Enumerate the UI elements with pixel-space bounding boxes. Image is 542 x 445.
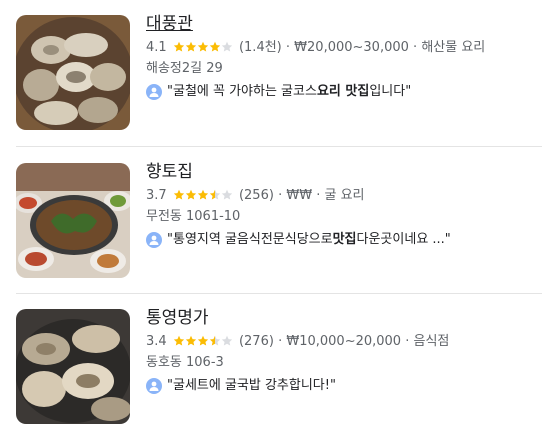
separator: · bbox=[278, 188, 283, 203]
restaurant-photo[interactable] bbox=[16, 15, 130, 130]
star-icon bbox=[209, 335, 220, 346]
star-icon bbox=[221, 41, 232, 52]
separator: · bbox=[285, 40, 291, 55]
star-icon bbox=[209, 41, 220, 52]
star-icon bbox=[173, 189, 184, 200]
review-text-end: 입니다" bbox=[369, 84, 412, 99]
divider bbox=[16, 146, 542, 147]
restaurant-name[interactable]: 향토집 bbox=[146, 161, 193, 183]
review-count[interactable]: (256) bbox=[239, 188, 274, 203]
review-count[interactable]: (276) bbox=[239, 334, 274, 349]
list-item[interactable]: 향토집 3.7 (256) · ₩₩ · 굴 요리 무전동 1061-10 "통… bbox=[0, 161, 542, 281]
review-text-highlight: 요리 맛집 bbox=[316, 84, 370, 99]
star-icon bbox=[173, 335, 184, 346]
list-item[interactable]: 통영명가 3.4 (276) · ₩10,000~20,000 · 음식점 동호… bbox=[0, 307, 542, 427]
restaurant-info: 향토집 3.7 (256) · ₩₩ · 굴 요리 무전동 1061-10 "통… bbox=[146, 161, 534, 249]
restaurant-list: 대풍관 4.1 (1.4천) · ₩20,000~30,000 · 해산물 요리… bbox=[0, 0, 542, 445]
divider bbox=[16, 293, 542, 294]
star-icon bbox=[197, 41, 208, 52]
price-range: ₩10,000~20,000 bbox=[286, 334, 402, 349]
restaurant-info: 대풍관 4.1 (1.4천) · ₩20,000~30,000 · 해산물 요리… bbox=[146, 13, 534, 101]
price-range: ₩₩ bbox=[286, 188, 313, 203]
rating-value: 3.4 bbox=[146, 334, 167, 349]
review-text-start: "굴철에 꼭 가야하는 굴코스 bbox=[167, 84, 317, 99]
review-text-start: "굴세트에 굴국밥 강추합니다!" bbox=[167, 378, 336, 393]
star-icon bbox=[197, 189, 208, 200]
star-rating bbox=[173, 189, 233, 201]
price-range: ₩20,000~30,000 bbox=[294, 40, 409, 55]
rating-row: 3.4 (276) · ₩10,000~20,000 · 음식점 bbox=[146, 333, 534, 351]
separator: · bbox=[405, 334, 410, 349]
restaurant-name[interactable]: 통영명가 bbox=[146, 307, 209, 329]
separator: · bbox=[413, 40, 418, 55]
list-item[interactable]: 대풍관 4.1 (1.4천) · ₩20,000~30,000 · 해산물 요리… bbox=[0, 13, 542, 133]
star-icon bbox=[197, 335, 208, 346]
user-avatar-icon bbox=[146, 84, 162, 100]
address: 무전동 1061-10 bbox=[146, 209, 241, 224]
star-icon bbox=[221, 189, 232, 200]
restaurant-photo[interactable] bbox=[16, 163, 130, 278]
review-text-start: "통영지역 굴음식전문식당으로 bbox=[167, 232, 333, 247]
star-icon bbox=[185, 189, 196, 200]
address: 해송정2길 29 bbox=[146, 61, 223, 76]
star-rating bbox=[173, 335, 233, 347]
star-rating bbox=[173, 41, 233, 53]
review-snippet: "굴철에 꼭 가야하는 굴코스 요리 맛집 입니다" bbox=[146, 83, 534, 101]
review-snippet: "통영지역 굴음식전문식당으로 맛집 다운곳이네요 ..." bbox=[146, 231, 534, 249]
restaurant-info: 통영명가 3.4 (276) · ₩10,000~20,000 · 음식점 동호… bbox=[146, 307, 534, 395]
separator: · bbox=[316, 188, 321, 203]
user-avatar-icon bbox=[146, 232, 162, 248]
star-icon bbox=[185, 41, 196, 52]
restaurant-photo[interactable] bbox=[16, 309, 130, 424]
restaurant-name[interactable]: 대풍관 bbox=[146, 13, 193, 35]
rating-row: 3.7 (256) · ₩₩ · 굴 요리 bbox=[146, 187, 534, 205]
star-icon bbox=[173, 41, 184, 52]
user-avatar-icon bbox=[146, 378, 162, 394]
address: 동호동 106-3 bbox=[146, 355, 224, 370]
rating-value: 4.1 bbox=[146, 40, 167, 55]
review-text-end: 다운곳이네요 ..." bbox=[356, 232, 451, 247]
star-icon bbox=[209, 189, 220, 200]
review-count[interactable]: (1.4천) bbox=[239, 40, 282, 55]
category: 음식점 bbox=[413, 334, 450, 349]
star-icon bbox=[185, 335, 196, 346]
category: 해산물 요리 bbox=[421, 40, 486, 55]
rating-row: 4.1 (1.4천) · ₩20,000~30,000 · 해산물 요리 bbox=[146, 39, 534, 57]
rating-value: 3.7 bbox=[146, 188, 167, 203]
category: 굴 요리 bbox=[324, 188, 365, 203]
review-text-highlight: 맛집 bbox=[332, 232, 357, 247]
separator: · bbox=[278, 334, 283, 349]
review-snippet: "굴세트에 굴국밥 강추합니다!" bbox=[146, 377, 534, 395]
star-icon bbox=[221, 335, 232, 346]
